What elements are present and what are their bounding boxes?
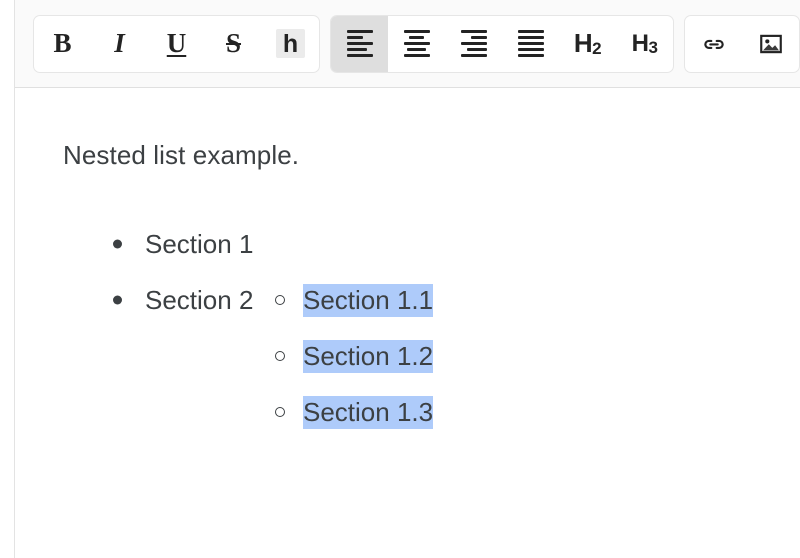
hollow-bullet-icon xyxy=(275,407,285,417)
strikethrough-button[interactable]: S xyxy=(205,16,262,72)
italic-button[interactable]: I xyxy=(91,16,148,72)
link-icon xyxy=(701,31,727,57)
list-item-label: Section 1 xyxy=(145,229,254,259)
heading-2-button[interactable]: H2 xyxy=(559,16,616,72)
insert-link-button[interactable] xyxy=(685,16,742,72)
highlight-icon: h xyxy=(275,28,306,59)
underline-icon: U xyxy=(166,28,187,58)
list-item-label: Section 1.3 xyxy=(303,396,434,429)
bullet-icon xyxy=(113,239,122,249)
document-body[interactable]: Nested list example. Section 1 Section 1… xyxy=(15,88,800,558)
editor-toolbar: B I U S h H2 H3 xyxy=(15,0,800,88)
text-format-group: B I U S h xyxy=(33,14,320,73)
align-right-button[interactable] xyxy=(445,16,502,72)
align-center-icon xyxy=(403,30,430,57)
list-item[interactable]: Section 2 xyxy=(63,272,433,328)
align-left-icon xyxy=(346,30,373,57)
align-justify-icon xyxy=(517,30,544,57)
paragraph-text: Nested list example. xyxy=(63,140,300,170)
heading-2-icon: H2 xyxy=(573,28,602,58)
align-justify-button[interactable] xyxy=(502,16,559,72)
hollow-bullet-icon xyxy=(275,351,285,361)
nested-list: Section 1 Section 1.1 Section 1.2 Sectio… xyxy=(63,216,434,429)
list-item-label: Section 2 xyxy=(145,285,254,315)
align-right-icon xyxy=(460,30,487,57)
align-center-button[interactable] xyxy=(388,16,445,72)
paragraph-group: H2 H3 xyxy=(330,14,674,73)
align-left-button[interactable] xyxy=(331,15,388,72)
image-icon xyxy=(758,31,784,57)
insert-image-button[interactable] xyxy=(742,16,799,72)
underline-button[interactable]: U xyxy=(148,16,205,72)
list-item[interactable]: Section 1.2 xyxy=(145,328,434,384)
strikethrough-icon: S xyxy=(225,28,242,58)
editor-window: B I U S h H2 H3 Nested list example. Sec… xyxy=(0,0,800,558)
bold-icon: B xyxy=(53,28,72,58)
list-item[interactable]: Section 1.3 xyxy=(145,384,434,440)
list-item[interactable]: Section 1 Section 1.1 Section 1.2 Sectio… xyxy=(63,216,434,429)
highlight-button[interactable]: h xyxy=(262,16,319,72)
italic-icon: I xyxy=(114,28,125,58)
list-item-label: Section 1.2 xyxy=(303,340,434,373)
heading-3-button[interactable]: H3 xyxy=(616,16,673,72)
heading-3-icon: H3 xyxy=(631,29,658,57)
insert-group xyxy=(684,14,800,73)
bold-button[interactable]: B xyxy=(34,16,91,72)
bullet-icon xyxy=(113,295,122,305)
